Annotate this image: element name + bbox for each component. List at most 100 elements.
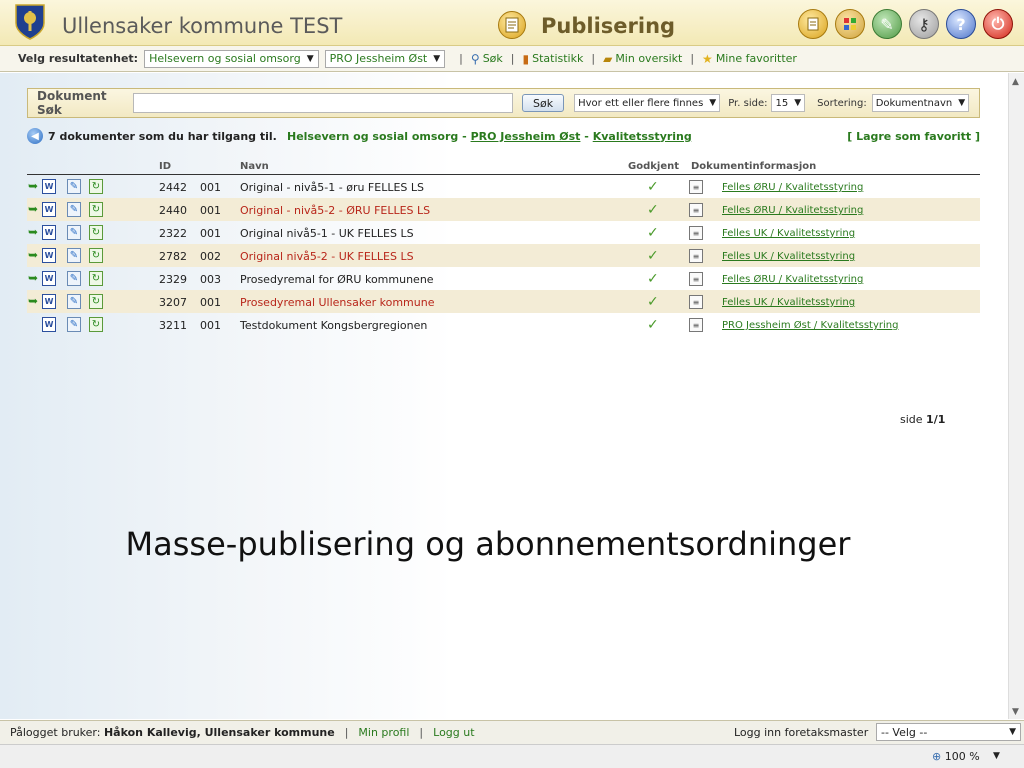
search-input[interactable] <box>133 93 513 113</box>
logout-link[interactable]: Logg ut <box>433 726 474 739</box>
edit-document-icon[interactable]: ✎ <box>67 294 81 309</box>
save-favorite-link[interactable]: [ Lagre som favoritt ] <box>847 130 980 143</box>
doc-name[interactable]: Prosedyremal for ØRU kommunene <box>240 273 434 286</box>
chevron-down-icon[interactable]: ▼ <box>993 751 1000 761</box>
publish-arrow-icon[interactable]: ➥ <box>28 248 42 263</box>
word-document-icon[interactable]: W <box>42 294 56 309</box>
edit-document-icon[interactable]: ✎ <box>67 202 81 217</box>
key-button[interactable]: ⚷ <box>909 9 939 39</box>
check-icon: ✓ <box>647 248 659 264</box>
back-arrow-icon[interactable]: ◀ <box>27 128 43 144</box>
table-row[interactable]: ➥ W ✎ ↻ 2322 001 Original nivå5-1 - UK FELLES … <box>27 221 980 244</box>
doc-name[interactable]: Original - nivå5-2 - ØRU FELLES LS <box>240 204 430 217</box>
overview-link-label: Min oversikt <box>615 52 683 65</box>
publish-document-icon[interactable]: ↻ <box>89 271 103 286</box>
table-row[interactable]: ➥ W ✎ ↻ 3207 001 Prosedyremal Ullensaker kommu… <box>27 290 980 313</box>
document-info-icon[interactable]: ≡ <box>689 272 703 286</box>
publish-document-icon[interactable]: ↻ <box>89 225 103 240</box>
favorites-link-label: Mine favoritter <box>715 52 797 65</box>
breadcrumb-unit[interactable]: PRO Jessheim Øst <box>471 130 581 143</box>
publish-document-icon[interactable]: ↻ <box>89 248 103 263</box>
edit-document-icon[interactable]: ✎ <box>67 179 81 194</box>
power-button[interactable]: ⏻ <box>983 9 1013 39</box>
publish-document-icon[interactable]: ↻ <box>89 202 103 217</box>
edit-document-icon[interactable]: ✎ <box>67 248 81 263</box>
unit-select[interactable]: Helsevern og sosial omsorg ▼ <box>144 49 319 68</box>
doc-info-link[interactable]: Felles UK / Kvalitetsstyring <box>722 228 855 239</box>
table-row[interactable]: ➥ W ✎ ↻ 2329 003 Prosedyremal for ØRU kommunen… <box>27 267 980 290</box>
document-info-icon[interactable]: ≡ <box>689 295 703 309</box>
word-document-icon[interactable]: W <box>42 317 56 332</box>
word-document-icon[interactable]: W <box>42 202 56 217</box>
modules-button[interactable] <box>835 9 865 39</box>
edit-document-icon[interactable]: ✎ <box>67 271 81 286</box>
word-document-icon[interactable]: W <box>42 248 56 263</box>
document-info-icon[interactable]: ≡ <box>689 249 703 263</box>
doc-id: 2442 <box>159 181 187 194</box>
table-row[interactable]: ➥ W ✎ ↻ 2440 001 Original - nivå5-2 - ØRU FELL… <box>27 198 980 221</box>
word-document-icon[interactable]: W <box>42 179 56 194</box>
edit-document-icon[interactable]: ✎ <box>67 317 81 332</box>
document-info-icon[interactable]: ≡ <box>689 318 703 332</box>
doc-info-link[interactable]: Felles ØRU / Kvalitetsstyring <box>722 274 863 285</box>
chevron-down-icon: ▼ <box>794 98 802 108</box>
doc-name[interactable]: Testdokument Kongsbergregionen <box>240 319 427 332</box>
documents-button[interactable] <box>798 9 828 39</box>
sort-label: Sortering: <box>817 97 867 109</box>
help-button[interactable]: ? <box>946 9 976 39</box>
tools-button[interactable]: ✎ <box>872 9 902 39</box>
vertical-scrollbar[interactable]: ▲ ▼ <box>1008 73 1024 719</box>
doc-name[interactable]: Original nivå5-1 - UK FELLES LS <box>240 227 414 240</box>
scroll-down-icon[interactable]: ▼ <box>1012 707 1019 717</box>
doc-info-link[interactable]: Felles UK / Kvalitetsstyring <box>722 297 855 308</box>
master-select[interactable]: -- Velg -- ▼ <box>876 723 1021 741</box>
table-row[interactable]: ➥ W ✎ ↻ 2442 001 Original - nivå5-1 - øru FELL… <box>27 175 980 198</box>
scroll-up-icon[interactable]: ▲ <box>1012 77 1019 87</box>
publish-document-icon[interactable]: ↻ <box>89 294 103 309</box>
favorites-link[interactable]: ★ Mine favoritter <box>702 52 797 66</box>
publish-arrow-icon[interactable]: ➥ <box>28 202 42 217</box>
column-id: ID <box>159 161 172 172</box>
sort-select[interactable]: Dokumentnavn ▼ <box>871 94 970 112</box>
overview-link[interactable]: ▰ Min oversikt <box>603 52 682 66</box>
key-icon: ⚷ <box>918 14 930 34</box>
doc-info-link[interactable]: Felles ØRU / Kvalitetsstyring <box>722 182 863 193</box>
search-mode-select[interactable]: Hvor ett eller flere finnes ▼ <box>574 94 721 112</box>
publish-arrow-icon[interactable]: ➥ <box>28 225 42 240</box>
doc-info-link[interactable]: Felles ØRU / Kvalitetsstyring <box>722 205 863 216</box>
doc-name[interactable]: Original nivå5-2 - UK FELLES LS <box>240 250 414 263</box>
sort-value: Dokumentnavn <box>875 97 953 109</box>
profile-link[interactable]: Min profil <box>358 726 409 739</box>
doc-info-link[interactable]: PRO Jessheim Øst / Kvalitetsstyring <box>722 320 898 331</box>
zoom-value: 100 % <box>944 750 980 763</box>
word-document-icon[interactable]: W <box>42 225 56 240</box>
publish-document-icon[interactable]: ↻ <box>89 179 103 194</box>
publish-arrow-icon[interactable]: ➥ <box>28 179 42 194</box>
table-row[interactable]: ➥ W ✎ ↻ 2782 002 Original nivå5-2 - UK FELLES … <box>27 244 980 267</box>
breadcrumb-area[interactable]: Kvalitetsstyring <box>593 130 692 143</box>
per-page-select[interactable]: 15 ▼ <box>771 94 806 112</box>
check-icon: ✓ <box>647 225 659 241</box>
search-mode-value: Hvor ett eller flere finnes <box>578 97 704 109</box>
publish-arrow-icon[interactable]: ➥ <box>28 271 42 286</box>
document-info-icon[interactable]: ≡ <box>689 180 703 194</box>
doc-info-link[interactable]: Felles UK / Kvalitetsstyring <box>722 251 855 262</box>
document-icon <box>807 17 819 31</box>
subunit-select[interactable]: PRO Jessheim Øst ▼ <box>324 49 446 68</box>
doc-name[interactable]: Original - nivå5-1 - øru FELLES LS <box>240 181 424 194</box>
word-document-icon[interactable]: W <box>42 271 56 286</box>
statistics-link[interactable]: ▮ Statistikk <box>523 52 584 66</box>
folder-icon: ▰ <box>603 51 613 66</box>
zoom-level[interactable]: ⊕ 100 % <box>932 750 980 763</box>
document-info-icon[interactable]: ≡ <box>689 203 703 217</box>
chevron-down-icon: ▼ <box>1009 727 1016 737</box>
table-row[interactable]: W ✎ ↻ 3211 001 Testdokument Kongsbergregionen… <box>27 313 980 336</box>
doc-id: 3207 <box>159 296 187 309</box>
edit-document-icon[interactable]: ✎ <box>67 225 81 240</box>
search-link[interactable]: ⚲ Søk <box>471 52 503 66</box>
document-info-icon[interactable]: ≡ <box>689 226 703 240</box>
doc-name[interactable]: Prosedyremal Ullensaker kommune <box>240 296 435 309</box>
search-button[interactable]: Søk <box>522 94 565 112</box>
publish-document-icon[interactable]: ↻ <box>89 317 103 332</box>
publish-arrow-icon[interactable]: ➥ <box>28 294 42 309</box>
